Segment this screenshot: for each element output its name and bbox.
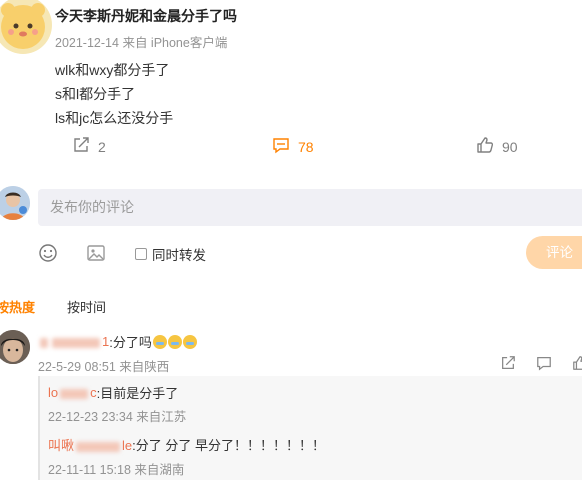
thumbs-up-icon [476,136,494,157]
reply-line: 叫啾 le :分了 分了 早分了！！！！！！！ [48,435,325,454]
submit-comment-button[interactable]: 评论 [526,236,582,269]
post-line: wlk和wxy都分手了 [55,62,170,78]
reply-line: lo c :目前是分手了 [48,383,178,402]
crying-emoji-icon [167,334,182,349]
reply-meta: 22-11-11 15:18 来自湖南 [48,463,185,477]
comment-username[interactable]: 1 [38,334,109,349]
share-icon [72,136,90,157]
share-icon[interactable] [500,355,516,376]
comment-input[interactable]: 发布你的评论 [38,189,582,226]
comment-count: 78 [298,138,314,155]
reply-text: :目前是分手了 [96,386,179,401]
like-button[interactable]: 90 [476,136,518,157]
thumbs-up-icon[interactable] [572,355,582,376]
emoji-icon[interactable] [38,243,58,268]
repost-checkbox[interactable] [135,248,147,260]
post-meta: 2021-12-14 来自 iPhone客户端 [55,32,227,51]
crying-emoji-icon [152,334,167,349]
tab-sort-hot[interactable]: 按热度 [0,297,35,316]
crying-emoji-icon [182,334,197,349]
post-source: 来自 iPhone客户端 [122,36,228,50]
comment-meta: 22-5-29 08:51 来自陕西 [38,360,170,374]
share-count: 2 [98,138,106,155]
reply-meta: 22-12-23 23:34 来自江苏 [48,410,187,424]
post-author[interactable]: 今天李斯丹妮和金晨分手了吗 [55,6,237,26]
author-avatar[interactable] [0,0,52,54]
reply-icon[interactable] [536,355,552,376]
post-content: wlk和wxy都分手了 s和l都分手了 ls和jc怎么还没分手 [55,58,173,130]
post-line: ls和jc怎么还没分手 [55,110,174,126]
tab-sort-time[interactable]: 按时间 [67,297,106,316]
share-button[interactable]: 2 [72,136,106,157]
reply-username[interactable]: 叫啾 le [48,435,132,454]
repost-toggle[interactable]: 同时转发 [135,244,206,264]
comment-text: :分了吗 [109,335,152,350]
current-user-avatar[interactable] [0,186,30,220]
image-icon[interactable] [86,243,106,268]
comment-button[interactable]: 78 [272,136,314,157]
reply-text: :分了 分了 早分了！！！！！！！ [132,438,325,453]
reply-username[interactable]: lo c [48,385,97,400]
like-count: 90 [502,138,518,155]
post-date[interactable]: 2021-12-14 [55,36,119,50]
repost-label: 同时转发 [152,248,206,263]
comment-actions [500,355,582,376]
comment-line: 1 :分了吗 [38,332,197,351]
commenter-avatar[interactable] [0,330,30,364]
post-line: s和l都分手了 [55,86,136,102]
comment-icon [272,136,290,157]
